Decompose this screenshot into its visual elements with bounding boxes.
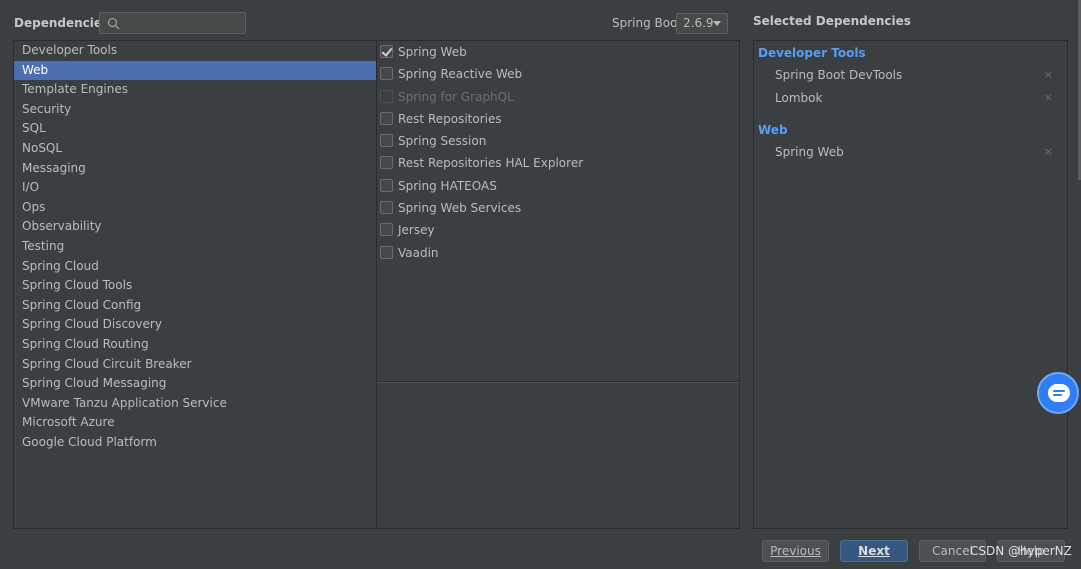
category-item[interactable]: Testing xyxy=(14,237,376,257)
dependency-checkbox[interactable] xyxy=(380,156,393,170)
category-item[interactable]: Messaging xyxy=(14,159,376,179)
search-icon xyxy=(107,17,120,30)
dependency-description-panel xyxy=(377,382,740,529)
dependency-checkbox[interactable] xyxy=(380,111,393,125)
category-item[interactable]: Ops xyxy=(14,198,376,218)
category-item[interactable]: Spring Cloud Discovery xyxy=(14,315,376,335)
dependency-list[interactable]: Spring Web Spring Reactive Web Spring for … xyxy=(377,40,740,382)
spring-boot-version-select[interactable]: 2.6.9 xyxy=(676,13,728,34)
dependency-checkbox[interactable] xyxy=(380,201,393,215)
dependency-label: Jersey xyxy=(398,223,435,238)
dependency-label: Spring Web Services xyxy=(398,201,522,216)
category-item[interactable]: Spring Cloud xyxy=(14,257,376,277)
category-item[interactable]: SQL xyxy=(14,119,376,139)
dependency-item[interactable]: Rest Repositories xyxy=(377,108,739,130)
category-item[interactable]: Spring Cloud Routing xyxy=(14,335,376,355)
selected-dependency-label: Spring Web xyxy=(775,145,844,159)
dependency-item[interactable]: Spring HATEOAS xyxy=(377,175,739,197)
search-input[interactable] xyxy=(99,12,246,34)
dependency-label: Spring Reactive Web xyxy=(398,67,523,82)
dependency-checkbox xyxy=(380,89,393,103)
category-item[interactable]: Spring Cloud Tools xyxy=(14,276,376,296)
selected-dependencies-panel: Developer Tools Spring Boot DevTools × Lomb… xyxy=(753,40,1068,529)
dependency-item[interactable]: Spring Web xyxy=(377,41,739,63)
close-icon[interactable]: × xyxy=(1044,87,1053,110)
selected-dependency-item: Spring Boot DevTools × xyxy=(754,64,1067,87)
watermark: CSDN @hyperNZ xyxy=(970,544,1072,558)
category-item[interactable]: Observability xyxy=(14,217,376,237)
dependency-label: Spring for GraphQL xyxy=(398,89,514,104)
selected-group-heading: Developer Tools xyxy=(758,46,866,60)
category-item[interactable]: VMware Tanzu Application Service xyxy=(14,394,376,414)
dependency-checkbox[interactable] xyxy=(380,67,393,81)
category-item[interactable]: Web xyxy=(14,60,376,81)
chat-icon[interactable] xyxy=(1037,372,1079,414)
dependency-item[interactable]: Spring Session xyxy=(377,130,739,152)
category-item[interactable]: Microsoft Azure xyxy=(14,413,376,433)
dependency-checkbox[interactable] xyxy=(380,178,393,192)
category-item[interactable]: Template Engines xyxy=(14,80,376,100)
category-item[interactable]: Spring Cloud Messaging xyxy=(14,374,376,394)
dependency-label: Spring Web xyxy=(398,45,467,59)
dependency-checkbox[interactable] xyxy=(380,134,393,148)
dependency-item[interactable]: Spring Reactive Web xyxy=(377,63,739,85)
previous-button[interactable]: Previous xyxy=(762,540,829,562)
dependency-checkbox[interactable] xyxy=(380,45,393,58)
spring-boot-version-value: 2.6.9 xyxy=(683,16,714,30)
dependency-checkbox[interactable] xyxy=(380,223,393,237)
close-icon[interactable]: × xyxy=(1044,141,1053,164)
selected-dependencies-title: Selected Dependencies xyxy=(753,14,911,28)
dependencies-label: Dependencies xyxy=(14,16,110,30)
dependency-item[interactable]: Jersey xyxy=(377,219,739,241)
dependency-item: Spring for GraphQL xyxy=(377,86,739,108)
next-button[interactable]: Next xyxy=(840,540,908,562)
dependency-checkbox[interactable] xyxy=(380,245,393,259)
category-item[interactable]: I/O xyxy=(14,178,376,198)
category-item[interactable]: NoSQL xyxy=(14,139,376,159)
category-item[interactable]: Spring Cloud Config xyxy=(14,296,376,316)
selected-dependency-item: Spring Web × xyxy=(754,141,1067,164)
dependency-label: Rest Repositories xyxy=(398,111,502,126)
chat-line xyxy=(1053,394,1062,396)
dependency-label: Vaadin xyxy=(398,245,439,260)
dependency-item[interactable]: Rest Repositories HAL Explorer xyxy=(377,152,739,174)
chevron-down-icon xyxy=(713,21,721,26)
category-list[interactable]: Developer Tools Web Template Engines Securi… xyxy=(13,40,377,529)
dependency-label: Rest Repositories HAL Explorer xyxy=(398,156,584,171)
selected-group-heading: Web xyxy=(758,123,788,137)
dependency-item[interactable]: Vaadin xyxy=(377,242,739,264)
category-item[interactable]: Google Cloud Platform xyxy=(14,433,376,453)
chat-line xyxy=(1053,390,1065,392)
category-item[interactable]: Developer Tools xyxy=(14,41,376,61)
chat-bubble-body xyxy=(1048,384,1070,402)
selected-dependency-item: Lombok × xyxy=(754,87,1067,110)
selected-dependency-label: Lombok xyxy=(775,90,823,105)
close-icon[interactable]: × xyxy=(1044,64,1053,87)
spring-boot-label: Spring Boot xyxy=(612,16,683,30)
category-item[interactable]: Spring Cloud Circuit Breaker xyxy=(14,355,376,375)
dependency-label: Spring HATEOAS xyxy=(398,178,497,193)
dependency-item[interactable]: Spring Web Services xyxy=(377,197,739,219)
dependency-label: Spring Session xyxy=(398,134,487,149)
category-item[interactable]: Security xyxy=(14,100,376,120)
selected-dependency-label: Spring Boot DevTools xyxy=(775,68,903,82)
